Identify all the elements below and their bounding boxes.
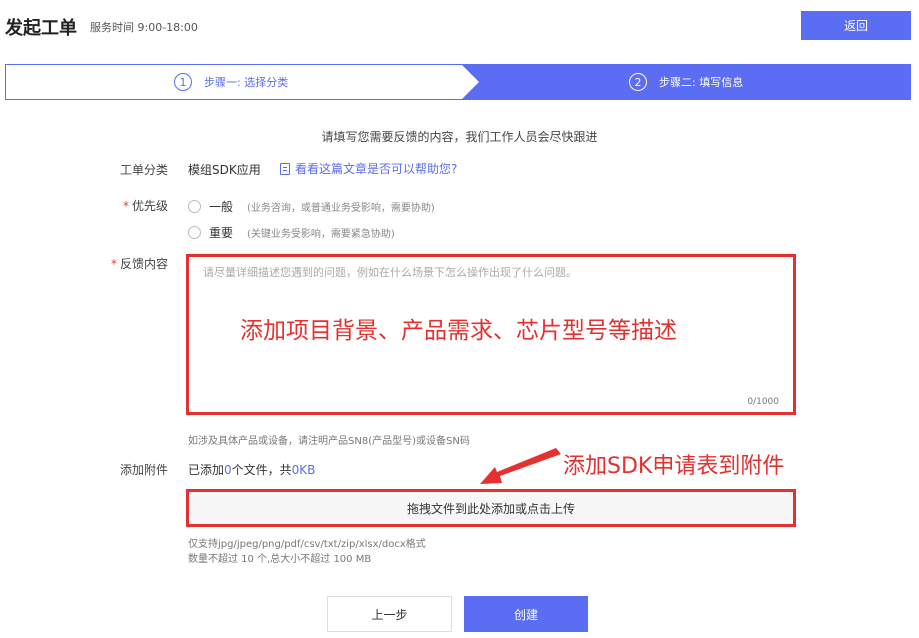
attach-prefix: 已添加 [188,463,225,477]
attachment-summary: 已添加0个文件，共0KB [188,461,315,478]
prev-step-button[interactable]: 上一步 [327,596,452,632]
radio-important[interactable] [188,226,201,239]
priority-important-label: 重要 [209,226,234,240]
document-icon [280,162,290,175]
product-hint: 如涉及具体产品或设备，请注明产品SN8(产品型号)或设备SN码 [188,436,470,447]
form-intro: 请填写您需要反馈的内容，我们工作人员会尽快跟进 [321,130,598,144]
upload-limits: 数量不超过 10 个,总大小不超过 100 MB [188,554,372,565]
priority-option-normal[interactable]: 一般 (业务咨询，或普通业务受影响，需要协助) [188,198,435,215]
annotation-arrow-icon [480,448,561,484]
feedback-label: * 反馈内容 [88,255,168,272]
service-time: 服务时间 9:00-18:00 [90,21,198,34]
priority-option-important[interactable]: 重要 (关键业务受影响，需要紧急协助) [188,224,395,241]
attach-size: 0KB [291,463,316,477]
priority-label: * 优先级 [88,197,168,214]
feedback-annotation: 添加项目背景、产品需求、芯片型号等描述 [240,318,677,344]
required-mark: * [122,199,129,213]
step-1[interactable]: 1 步骤一: 选择分类 [174,73,288,91]
step-2-number: 2 [629,73,647,91]
upload-dropzone[interactable]: 拖拽文件到此处添加或点击上传 [186,489,796,527]
step-2: 2 步骤二: 填写信息 [629,73,743,91]
radio-normal[interactable] [188,200,201,213]
back-button[interactable]: 返回 [801,11,911,40]
page-title: 发起工单 [5,18,77,39]
supported-formats: 仅支持jpg/jpeg/png/pdf/csv/txt/zip/xlsx/doc… [188,539,426,550]
attachment-label: 添加附件 [119,463,168,477]
attach-middle: 个文件，共 [231,463,292,477]
create-button[interactable]: 创建 [464,596,588,632]
attach-count: 0 [224,463,232,477]
required-mark: * [110,257,117,271]
help-article-text: 看看这篇文章是否可以帮助您? [295,162,458,176]
priority-important-desc: (关键业务受影响，需要紧急协助) [247,229,395,240]
help-article-link[interactable]: 看看这篇文章是否可以帮助您? [280,160,457,177]
priority-normal-desc: (业务咨询，或普通业务受影响，需要协助) [247,203,435,214]
step-2-label: 步骤二: 填写信息 [659,76,744,89]
feedback-label-text: 反馈内容 [119,257,168,271]
step-1-number: 1 [174,73,192,91]
category-value: 模组SDK应用 [188,163,261,177]
step-indicator: 1 步骤一: 选择分类 2 步骤二: 填写信息 [5,64,911,100]
priority-label-text: 优先级 [131,199,168,213]
priority-normal-label: 一般 [209,200,234,214]
category-label: 工单分类 [119,163,168,177]
attachment-annotation: 添加SDK申请表到附件 [563,454,785,479]
char-counter: 0/1000 [747,397,779,407]
step-1-label: 步骤一: 选择分类 [204,76,289,89]
